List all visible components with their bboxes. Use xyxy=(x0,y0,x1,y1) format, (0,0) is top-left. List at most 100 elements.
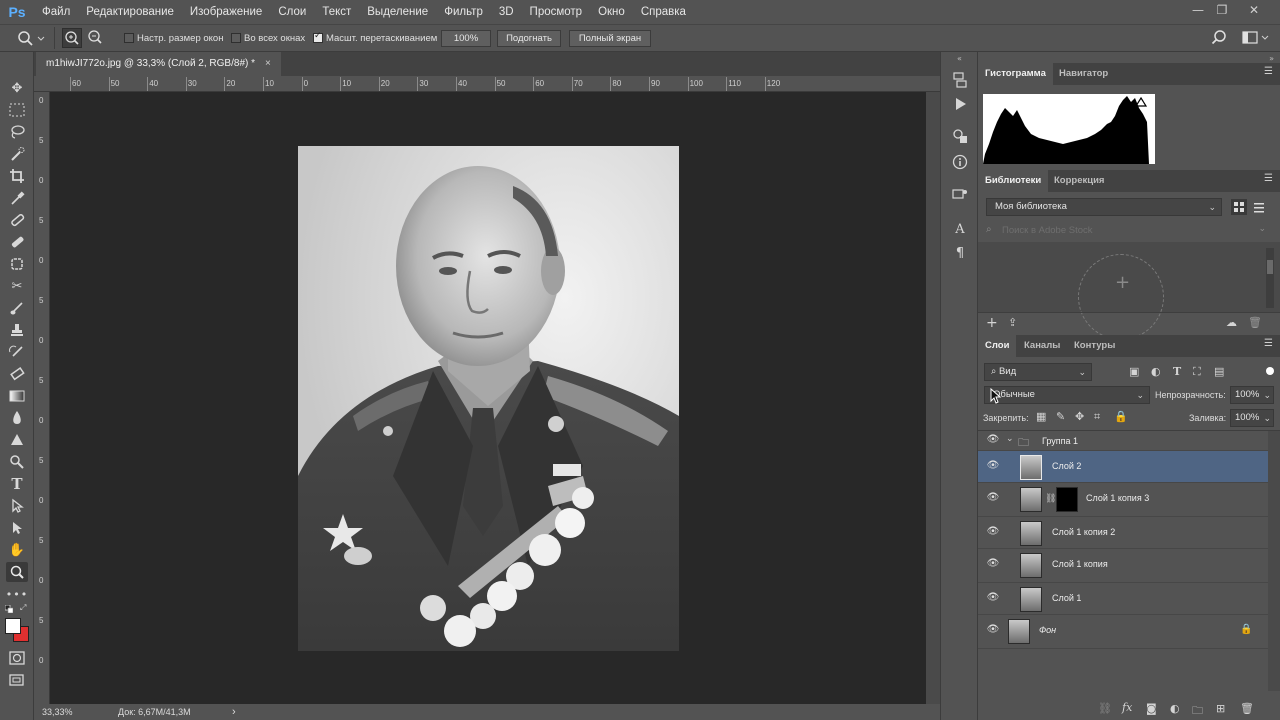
restore-button[interactable]: ❐ xyxy=(1208,0,1236,22)
chevron-down-icon[interactable]: ⌄ xyxy=(1258,224,1266,234)
opacity-field[interactable]: 100% ⌄ xyxy=(1230,386,1274,404)
spot-healing-tool-icon[interactable] xyxy=(6,210,28,230)
layers-panel-menu-icon[interactable]: ☰ xyxy=(1264,339,1274,350)
menu-type[interactable]: Текст xyxy=(314,0,359,24)
paragraph-panel-icon[interactable]: ¶ xyxy=(950,246,970,264)
visibility-eye-icon[interactable]: 👁 xyxy=(986,492,1000,504)
zoom-in-icon[interactable] xyxy=(62,28,82,48)
visibility-eye-icon[interactable]: 👁 xyxy=(986,624,1000,636)
layers-scrollbar[interactable] xyxy=(1268,431,1280,691)
type-tool-icon[interactable]: T xyxy=(6,474,28,494)
lasso-tool-icon[interactable] xyxy=(6,122,28,142)
library-select[interactable]: Моя библиотека ⌄ xyxy=(986,198,1222,216)
character-panel-icon[interactable]: A xyxy=(950,222,970,240)
zoom-100-button[interactable]: 100% xyxy=(441,30,491,47)
eraser-tool-icon[interactable] xyxy=(6,364,28,384)
eyedropper-tool-icon[interactable] xyxy=(6,188,28,208)
brush-tool-icon[interactable] xyxy=(6,298,28,318)
layer-row[interactable]: 👁 Слой 1 xyxy=(978,583,1268,615)
move-tool-icon[interactable]: ✥ xyxy=(6,78,28,98)
upload-icon[interactable]: ⇪ xyxy=(1008,316,1017,329)
lock-transparent-icon[interactable]: ▦ xyxy=(1036,410,1046,423)
lock-artboard-icon[interactable]: ⌗ xyxy=(1094,410,1100,424)
tab-libraries[interactable]: Библиотеки xyxy=(978,170,1049,192)
screen-mode-icon[interactable] xyxy=(6,670,28,690)
resize-windows-checkbox[interactable] xyxy=(124,33,134,43)
visibility-eye-icon[interactable]: 👁 xyxy=(986,434,1000,446)
add-icon[interactable]: + xyxy=(986,315,998,331)
scrubby-zoom-checkbox[interactable] xyxy=(313,31,323,43)
gradient-tool-icon[interactable] xyxy=(6,386,28,406)
lock-all-icon[interactable]: 🔒 xyxy=(1114,410,1128,423)
layer-row[interactable]: 👁 Слой 1 копия xyxy=(978,549,1268,583)
layer-row[interactable]: 👁 Слой 2 xyxy=(978,451,1268,483)
menu-file[interactable]: Файл xyxy=(34,0,78,24)
tab-adjustments[interactable]: Коррекция xyxy=(1047,170,1111,192)
direct-selection-tool-icon[interactable] xyxy=(6,518,28,538)
blend-mode-select[interactable]: Обычные ⌄ xyxy=(984,386,1150,404)
lock-position-icon[interactable]: ✥ xyxy=(1075,410,1084,423)
blur-tool-icon[interactable] xyxy=(6,408,28,428)
clone-stamp-tool-icon[interactable] xyxy=(6,320,28,340)
red-eye-tool-icon[interactable]: ✂ xyxy=(6,276,28,296)
hand-tool-icon[interactable]: ✋ xyxy=(6,540,28,560)
chevron-down-icon[interactable]: ⌄ xyxy=(1006,434,1014,444)
brush-presets-icon[interactable] xyxy=(950,186,970,204)
workspace-switcher-icon[interactable] xyxy=(1241,30,1271,48)
zoom-out-icon[interactable] xyxy=(86,28,106,48)
filter-smart-object-icon[interactable]: ▤ xyxy=(1214,365,1224,378)
scrollbar-thumb[interactable] xyxy=(1267,260,1273,274)
tab-navigator[interactable]: Навигатор xyxy=(1052,63,1115,85)
collapse-panels-icon[interactable]: » xyxy=(1269,54,1274,63)
add-to-library-icon[interactable]: + xyxy=(1115,272,1130,293)
menu-filter[interactable]: Фильтр xyxy=(436,0,491,24)
history-panel-icon[interactable] xyxy=(950,72,970,90)
lock-image-icon[interactable]: ✎ xyxy=(1056,410,1065,423)
zoom-tool-icon[interactable] xyxy=(6,562,28,582)
layer-row[interactable]: 👁 Слой 1 копия 2 xyxy=(978,517,1268,549)
menu-3d[interactable]: 3D xyxy=(491,0,522,24)
layer-style-icon[interactable]: fx xyxy=(1122,701,1132,714)
quick-mask-icon[interactable] xyxy=(6,648,28,668)
menu-help[interactable]: Справка xyxy=(633,0,694,24)
more-tools-icon[interactable]: ••• xyxy=(6,584,28,604)
close-document-icon[interactable]: × xyxy=(265,52,271,76)
actions-panel-icon[interactable] xyxy=(950,96,970,114)
marquee-tool-icon[interactable] xyxy=(6,100,28,120)
histogram-panel-menu-icon[interactable]: ☰ xyxy=(1264,67,1274,78)
swap-colors-icon[interactable]: ⤢ xyxy=(20,603,30,612)
visibility-eye-icon[interactable]: 👁 xyxy=(986,558,1000,570)
delete-layer-icon[interactable]: 🗑 xyxy=(1240,702,1254,715)
link-layers-icon[interactable]: ⛓ xyxy=(1098,702,1112,715)
tab-histogram[interactable]: Гистограмма xyxy=(978,63,1053,85)
stock-search-field[interactable]: ⌕ Поиск в Adobe Stock ⌄ xyxy=(982,224,1272,239)
filter-toggle-icon[interactable] xyxy=(1266,367,1274,375)
layer-group-row[interactable]: 👁 ⌄ 🗀 Группа 1 xyxy=(978,431,1268,451)
collapse-strip-icon[interactable]: « xyxy=(957,54,962,63)
crop-tool-icon[interactable] xyxy=(6,166,28,186)
layer-mask-thumbnail[interactable] xyxy=(1056,487,1078,512)
menu-view[interactable]: Просмотр xyxy=(522,0,591,24)
status-menu-arrow-icon[interactable]: › xyxy=(232,706,236,718)
creative-cloud-icon[interactable]: ☁ xyxy=(1226,316,1237,329)
tab-paths[interactable]: Контуры xyxy=(1067,335,1122,357)
adjustment-layer-icon[interactable]: ◐ xyxy=(1170,702,1180,715)
background-layer-row[interactable]: 👁 Фон 🔒 xyxy=(978,615,1268,649)
visibility-eye-icon[interactable]: 👁 xyxy=(986,460,1000,472)
menu-window[interactable]: Окно xyxy=(590,0,633,24)
layer-filter-select[interactable]: ⌕ Вид ⌄ xyxy=(984,363,1092,381)
filter-shape-icon[interactable]: ⛶ xyxy=(1193,365,1201,379)
fit-screen-button[interactable]: Подогнать xyxy=(497,30,561,47)
history-brush-tool-icon[interactable] xyxy=(6,342,28,362)
filter-adjustment-icon[interactable]: ◐ xyxy=(1151,365,1161,378)
libraries-panel-menu-icon[interactable]: ☰ xyxy=(1264,174,1274,185)
menu-select[interactable]: Выделение xyxy=(359,0,436,24)
menu-image[interactable]: Изображение xyxy=(182,0,270,24)
new-layer-icon[interactable]: ⊞ xyxy=(1216,702,1225,715)
link-icon[interactable]: ⛓ xyxy=(1045,494,1056,504)
vertical-scrollbar[interactable] xyxy=(926,92,940,704)
default-colors-icon[interactable] xyxy=(4,603,14,614)
filter-pixel-icon[interactable]: ▣ xyxy=(1129,365,1139,378)
dodge-tool-icon[interactable] xyxy=(6,430,28,450)
visibility-eye-icon[interactable]: 👁 xyxy=(986,526,1000,538)
